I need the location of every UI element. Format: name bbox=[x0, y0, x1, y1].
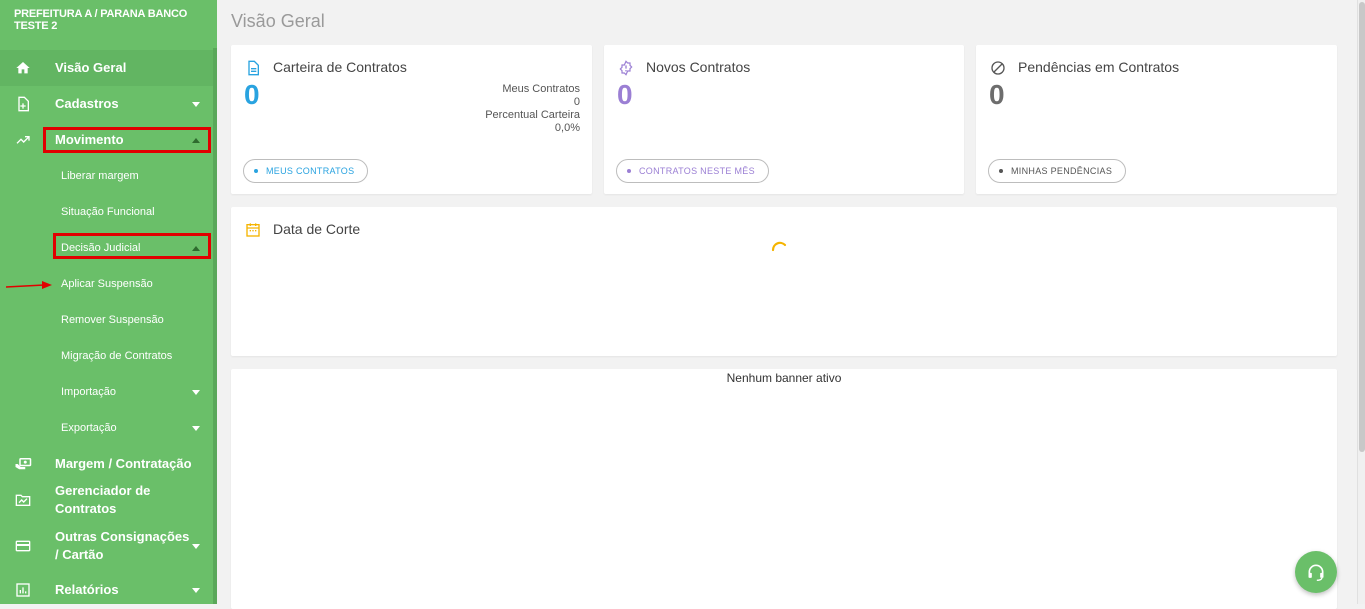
sidebar-item-outras-consignacoes[interactable]: Outras Consignações / Cartão bbox=[0, 527, 213, 565]
card-value: 0 bbox=[989, 79, 1005, 110]
scrollbar-thumb[interactable] bbox=[1359, 2, 1365, 452]
chevron-down-icon bbox=[192, 426, 200, 431]
chip-label: CONTRATOS NESTE MÊS bbox=[639, 166, 755, 176]
card-title: Carteira de Contratos bbox=[273, 59, 407, 75]
card-title: Data de Corte bbox=[273, 221, 361, 237]
page-scrollbar[interactable] bbox=[1357, 0, 1365, 604]
card-title: Novos Contratos bbox=[646, 59, 751, 75]
credit-card-icon bbox=[14, 537, 32, 555]
banner-empty-text: Nenhum banner ativo bbox=[726, 371, 842, 385]
folder-chart-icon bbox=[14, 491, 32, 509]
calendar-icon bbox=[246, 223, 260, 237]
sidebar-item-label: Exportação bbox=[61, 422, 117, 434]
minhas-pendencias-button[interactable]: MINHAS PENDÊNCIAS bbox=[988, 159, 1127, 183]
chevron-down-icon bbox=[192, 544, 200, 549]
card-novos-contratos: Novos Contratos 0 CONTRATOS NESTE MÊS bbox=[604, 45, 964, 194]
sidebar-item-label: Importação bbox=[61, 386, 117, 398]
support-chat-button[interactable] bbox=[1295, 551, 1337, 593]
sidebar-item-margem-contratacao[interactable]: Margem / Contratação bbox=[0, 446, 213, 482]
card-value: 0 bbox=[244, 79, 260, 110]
sidebar-item-label: Situação Funcional bbox=[61, 206, 155, 218]
chip-label: MINHAS PENDÊNCIAS bbox=[1011, 166, 1113, 176]
sidebar-item-visao-geral[interactable]: Visão Geral bbox=[0, 50, 213, 86]
sidebar-item-label: Liberar margem bbox=[61, 170, 139, 182]
dot-icon bbox=[999, 169, 1003, 173]
chevron-down-icon bbox=[192, 102, 200, 107]
alert-badge-icon bbox=[619, 60, 633, 76]
sidebar-item-label: Remover Suspensão bbox=[61, 314, 164, 326]
org-name: PREFEITURA A / PARANA BANCO TESTE 2 bbox=[14, 8, 188, 32]
stat-value: 0 bbox=[573, 96, 580, 108]
card-stats: Meus Contratos 0 Percentual Carteira 0,0… bbox=[485, 83, 580, 135]
sidebar: PREFEITURA A / PARANA BANCO TESTE 2 Visã… bbox=[0, 0, 217, 604]
highlight-box-movimento bbox=[43, 127, 211, 153]
highlight-box-decisao-judicial bbox=[53, 233, 211, 259]
stat-label: Meus Contratos bbox=[502, 83, 580, 95]
card-pendencias-contratos: Pendências em Contratos 0 MINHAS PENDÊNC… bbox=[976, 45, 1337, 194]
chip-label: MEUS CONTRATOS bbox=[266, 166, 355, 176]
sidebar-item-label: Migração de Contratos bbox=[61, 350, 173, 362]
loading-spinner-icon bbox=[771, 241, 787, 252]
chevron-down-icon bbox=[192, 390, 200, 395]
sidebar-item-liberar-margem[interactable]: Liberar margem bbox=[0, 158, 213, 194]
stat-value: 0,0% bbox=[554, 122, 580, 134]
document-icon bbox=[248, 60, 259, 76]
hand-money-icon bbox=[14, 455, 32, 473]
sidebar-item-remover-suspensao[interactable]: Remover Suspensão bbox=[0, 302, 213, 338]
sidebar-item-label: Outras Consignações / Cartão bbox=[55, 529, 190, 562]
sidebar-item-relatorios[interactable]: Relatórios bbox=[0, 572, 213, 604]
sidebar-item-label: Visão Geral bbox=[55, 60, 127, 75]
sidebar-item-gerenciador-contratos[interactable]: Gerenciador de Contratos bbox=[0, 482, 213, 518]
sidebar-item-label: Margem / Contratação bbox=[55, 456, 192, 471]
sidebar-item-label: Aplicar Suspensão bbox=[61, 278, 153, 290]
sidebar-item-importacao[interactable]: Importação bbox=[0, 374, 213, 410]
bar-chart-icon bbox=[14, 581, 32, 599]
dot-icon bbox=[254, 169, 258, 173]
sidebar-item-situacao-funcional[interactable]: Situação Funcional bbox=[0, 194, 213, 230]
sidebar-item-label: Cadastros bbox=[55, 96, 119, 111]
meus-contratos-button[interactable]: MEUS CONTRATOS bbox=[243, 159, 369, 183]
sidebar-item-label: Gerenciador de Contratos bbox=[55, 483, 151, 516]
sidebar-item-aplicar-suspensao[interactable]: Aplicar Suspensão bbox=[0, 266, 213, 302]
home-icon bbox=[14, 59, 32, 77]
dot-icon bbox=[627, 169, 631, 173]
chevron-down-icon bbox=[192, 588, 200, 593]
main-content: Visão Geral Carteira de Contratos 0 Meus… bbox=[217, 0, 1365, 609]
sidebar-item-exportacao[interactable]: Exportação bbox=[0, 410, 213, 446]
stat-label: Percentual Carteira bbox=[485, 109, 580, 121]
sidebar-item-migracao-contratos[interactable]: Migração de Contratos bbox=[0, 338, 213, 374]
card-carteira-contratos: Carteira de Contratos 0 Meus Contratos 0… bbox=[231, 45, 592, 194]
sidebar-item-cadastros[interactable]: Cadastros bbox=[0, 86, 213, 122]
block-icon bbox=[991, 61, 1005, 75]
trending-up-icon bbox=[14, 131, 32, 149]
file-plus-icon bbox=[14, 95, 32, 113]
card-data-de-corte: Data de Corte bbox=[231, 207, 1337, 356]
headset-icon bbox=[1308, 564, 1324, 581]
card-value: 0 bbox=[617, 79, 633, 110]
banner-panel: Nenhum banner ativo bbox=[231, 369, 1337, 609]
card-title: Pendências em Contratos bbox=[1018, 59, 1180, 75]
page-title: Visão Geral bbox=[231, 11, 325, 31]
sidebar-item-label: Relatórios bbox=[55, 582, 119, 597]
contratos-neste-mes-button[interactable]: CONTRATOS NESTE MÊS bbox=[616, 159, 769, 183]
